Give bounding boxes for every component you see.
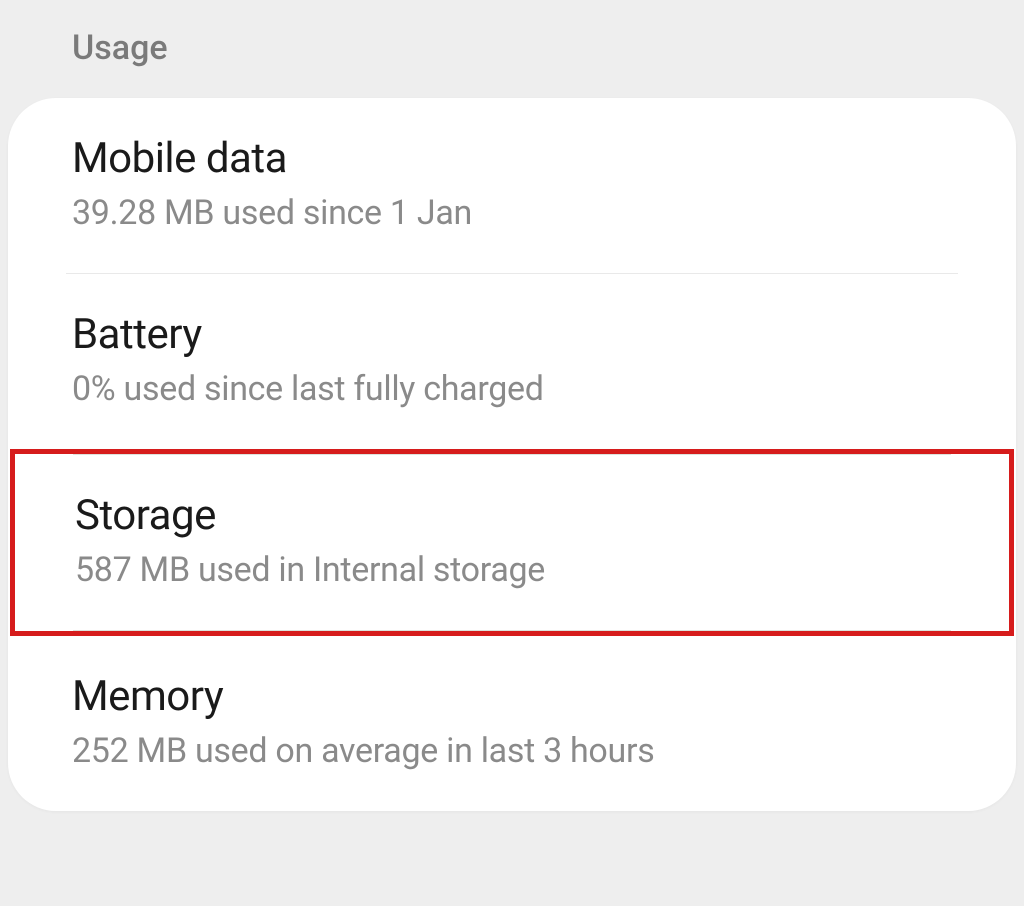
list-item-mobile-data[interactable]: Mobile data 39.28 MB used since 1 Jan [8,98,1016,273]
usage-card: Mobile data 39.28 MB used since 1 Jan Ba… [8,98,1016,811]
mobile-data-subtitle: 39.28 MB used since 1 Jan [72,193,952,233]
mobile-data-title: Mobile data [72,134,952,183]
divider [73,630,951,631]
list-item-memory[interactable]: Memory 252 MB used on average in last 3 … [8,636,1016,811]
storage-highlight-box: Storage 587 MB used in Internal storage [10,449,1014,636]
memory-title: Memory [72,672,952,721]
battery-subtitle: 0% used since last fully charged [72,369,952,409]
storage-title: Storage [75,491,949,540]
section-header-usage: Usage [0,0,1024,98]
list-item-battery[interactable]: Battery 0% used since last fully charged [8,274,1016,449]
battery-title: Battery [72,310,952,359]
list-item-storage[interactable]: Storage 587 MB used in Internal storage [15,455,1009,630]
storage-subtitle: 587 MB used in Internal storage [75,550,949,590]
memory-subtitle: 252 MB used on average in last 3 hours [72,731,952,771]
